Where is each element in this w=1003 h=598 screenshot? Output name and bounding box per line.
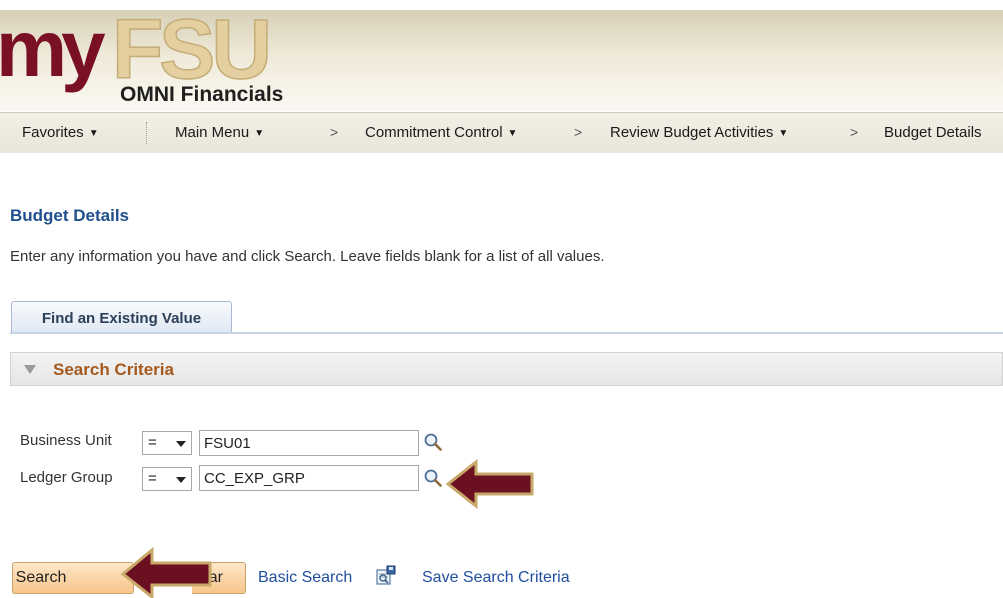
nav-review-budget-activities[interactable]: Review Budget Activities ▼ xyxy=(610,124,788,141)
lookup-magnifier-icon[interactable] xyxy=(423,468,443,488)
collapse-triangle-icon[interactable] xyxy=(24,365,36,374)
business-unit-input[interactable] xyxy=(199,430,419,456)
nav-budget-details[interactable]: Budget Details xyxy=(884,124,982,141)
save-search-icon[interactable] xyxy=(375,565,397,587)
breadcrumb-separator: > xyxy=(850,124,859,140)
ledger-group-operator-select[interactable]: = xyxy=(142,467,192,491)
tab-find-existing-value[interactable]: Find an Existing Value xyxy=(11,301,232,334)
nav-main-menu-label: Main Menu xyxy=(175,124,250,141)
page-title: Budget Details xyxy=(10,206,130,225)
instructions-text: Enter any information you have and click… xyxy=(10,248,605,265)
nav-favorites-label: Favorites xyxy=(22,124,84,141)
annotation-arrow-icon xyxy=(120,547,212,598)
save-search-criteria-link[interactable]: Save Search Criteria xyxy=(422,569,570,587)
ledger-group-operator-value: = xyxy=(148,470,157,487)
ledger-group-label: Ledger Group xyxy=(20,469,113,486)
business-unit-operator-value: = xyxy=(148,434,157,451)
dropdown-arrow-icon xyxy=(176,441,186,447)
nav-review-budget-label: Review Budget Activities xyxy=(610,124,774,141)
search-criteria-header[interactable]: Search Criteria xyxy=(10,352,1003,386)
nav-budget-details-label: Budget Details xyxy=(884,124,982,141)
business-unit-label: Business Unit xyxy=(20,432,112,449)
search-criteria-label: Search Criteria xyxy=(53,360,174,379)
annotation-arrow-icon xyxy=(446,459,534,509)
nav-commitment-control-label: Commitment Control xyxy=(365,124,503,141)
navigation-bar: Favorites ▼ Main Menu ▼ > Commitment Contr… xyxy=(0,112,1003,153)
caret-down-icon: ▼ xyxy=(88,128,99,139)
svg-text:my: my xyxy=(0,10,106,93)
nav-main-menu[interactable]: Main Menu ▼ xyxy=(175,124,264,141)
header-banner: my FSU OMNI Financials xyxy=(0,10,1003,111)
dropdown-arrow-icon xyxy=(176,477,186,483)
breadcrumb-separator: > xyxy=(574,124,583,140)
caret-down-icon: ▼ xyxy=(507,128,518,139)
search-button[interactable]: Search xyxy=(12,562,134,594)
search-button-label: Search xyxy=(15,569,67,586)
caret-down-icon: ▼ xyxy=(254,128,265,139)
nav-divider xyxy=(146,122,147,144)
nav-favorites[interactable]: Favorites ▼ xyxy=(22,124,99,141)
caret-down-icon: ▼ xyxy=(778,128,789,139)
nav-commitment-control[interactable]: Commitment Control ▼ xyxy=(365,124,517,141)
breadcrumb-separator: > xyxy=(330,124,339,140)
lookup-magnifier-icon[interactable] xyxy=(423,432,443,452)
business-unit-operator-select[interactable]: = xyxy=(142,431,192,455)
basic-search-link[interactable]: Basic Search xyxy=(258,569,352,587)
tab-underline xyxy=(10,332,1003,334)
app-title: OMNI Financials xyxy=(120,83,284,106)
ledger-group-input[interactable] xyxy=(199,465,419,491)
